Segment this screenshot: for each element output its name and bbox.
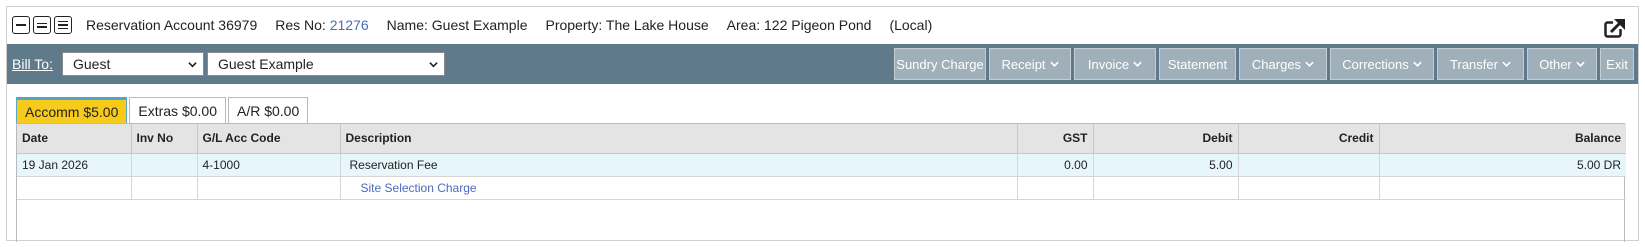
tab-extras-label: Extras $0.00 — [138, 102, 217, 119]
cell-credit — [1238, 153, 1380, 177]
res-no-link[interactable]: 21276 — [330, 17, 369, 33]
exit-button[interactable]: Exit — [1600, 48, 1634, 80]
view-collapsed-icon[interactable] — [12, 16, 30, 34]
charges-button[interactable]: Charges — [1239, 48, 1327, 80]
property-name: Property: The Lake House — [545, 17, 709, 33]
col-gl-code[interactable]: G/L Acc Code — [197, 124, 341, 154]
cell-debit: 5.00 — [1093, 153, 1239, 177]
cell-credit — [1238, 176, 1380, 200]
cell-balance — [1379, 176, 1626, 200]
statement-label: Statement — [1167, 56, 1228, 72]
col-gst[interactable]: GST — [1017, 124, 1094, 154]
charges-label: Charges — [1251, 56, 1302, 72]
transfer-button[interactable]: Transfer — [1437, 48, 1524, 80]
cell-inv-no — [131, 176, 198, 200]
chevron-down-icon — [1049, 61, 1059, 67]
corrections-label: Corrections — [1342, 56, 1409, 72]
site-selection-charge-link[interactable]: Site Selection Charge — [340, 176, 1018, 200]
cell-gl-code: 4-1000 — [197, 153, 341, 177]
other-label: Other — [1539, 56, 1572, 72]
col-credit[interactable]: Credit — [1238, 124, 1380, 154]
tab-ar-label: A/R $0.00 — [236, 102, 300, 119]
tab-extras[interactable]: Extras $0.00 — [129, 97, 226, 123]
chevron-down-icon — [188, 61, 197, 67]
table-row[interactable]: Site Selection Charge — [17, 176, 1626, 200]
view-expanded-icon[interactable] — [54, 16, 72, 34]
cell-description: Reservation Fee — [340, 153, 1018, 177]
col-inv-no[interactable]: Inv No — [131, 124, 198, 154]
statement-button[interactable]: Statement — [1159, 48, 1236, 80]
chevron-down-icon — [1133, 61, 1142, 67]
chevron-down-icon — [1413, 61, 1422, 67]
cell-date: 19 Jan 2026 — [17, 153, 132, 177]
cell-balance: 5.00 DR — [1379, 153, 1626, 177]
receipt-label: Receipt — [1001, 56, 1046, 72]
res-no: Res No: 21276 — [275, 17, 368, 33]
sundry-charge-label: Sundry Charge — [896, 56, 984, 72]
chevron-down-icon — [1576, 61, 1585, 67]
cell-debit — [1093, 176, 1239, 200]
cell-date — [17, 176, 132, 200]
col-balance[interactable]: Balance — [1379, 124, 1626, 154]
invoice-button[interactable]: Invoice — [1074, 48, 1156, 80]
table-header-row: Date Inv No G/L Acc Code Description GST… — [17, 124, 1626, 154]
bill-to-label[interactable]: Bill To: — [12, 56, 53, 72]
tab-accomm[interactable]: Accomm $5.00 — [16, 97, 128, 123]
receipt-button[interactable]: Receipt — [989, 48, 1071, 80]
table-row[interactable]: 19 Jan 2026 4-1000 Reservation Fee 0.00 … — [17, 153, 1626, 177]
other-button[interactable]: Other — [1527, 48, 1597, 80]
external-link-icon[interactable] — [1604, 18, 1626, 38]
billing-toolbar: Bill To: Guest Guest Example Sundry Char… — [7, 44, 1638, 84]
cell-gst: 0.00 — [1017, 153, 1094, 177]
bill-to-type-select[interactable]: Guest — [61, 52, 204, 76]
res-no-label: Res No: — [275, 17, 326, 33]
col-debit[interactable]: Debit — [1093, 124, 1239, 154]
cell-inv-no — [131, 153, 198, 177]
col-date[interactable]: Date — [17, 124, 132, 154]
area-name: Area: 122 Pigeon Pond — [726, 17, 872, 33]
cell-gst — [1017, 176, 1094, 200]
chevron-down-icon — [429, 61, 438, 67]
exit-label: Exit — [1606, 56, 1628, 72]
view-toggle-group — [12, 16, 72, 34]
tab-ar[interactable]: A/R $0.00 — [227, 97, 309, 123]
bill-to-type-value: Guest — [72, 56, 111, 72]
guest-name: Name: Guest Example — [386, 17, 528, 33]
account-title: Reservation Account 36979 — [86, 17, 258, 33]
tab-accomm-label: Accomm $5.00 — [25, 103, 119, 120]
reservation-account-panel: Reservation Account 36979 Res No: 21276 … — [6, 6, 1639, 242]
bill-to-name-value: Guest Example — [217, 56, 314, 72]
corrections-button[interactable]: Corrections — [1330, 48, 1434, 80]
bill-to-name-select[interactable]: Guest Example — [206, 52, 445, 76]
chevron-down-icon — [1502, 61, 1511, 67]
col-description[interactable]: Description — [340, 124, 1018, 154]
sundry-charge-button[interactable]: Sundry Charge — [894, 48, 986, 80]
ledger-tabs: Accomm $5.00 Extras $0.00 A/R $0.00 — [16, 97, 309, 123]
scope-label: (Local) — [889, 17, 933, 33]
transfer-label: Transfer — [1450, 56, 1498, 72]
invoice-label: Invoice — [1087, 56, 1130, 72]
action-buttons: Sundry Charge Receipt Invoice Statement … — [894, 48, 1634, 80]
chevron-down-icon — [1305, 61, 1314, 67]
cell-gl-code — [197, 176, 341, 200]
account-header: Reservation Account 36979 Res No: 21276 … — [7, 7, 1638, 43]
transactions-table: Date Inv No G/L Acc Code Description GST… — [16, 123, 1626, 242]
view-medium-icon[interactable] — [33, 16, 51, 34]
